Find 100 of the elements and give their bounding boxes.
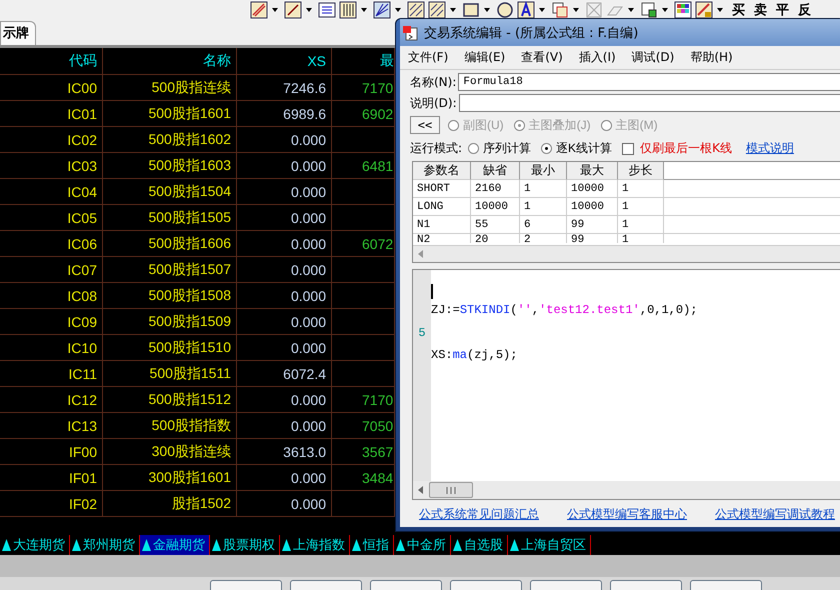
trade-button[interactable]: 买 (729, 0, 748, 18)
table-cell: 2160 (471, 180, 520, 198)
name-label: 名称(N): (410, 74, 456, 90)
triangle-icon (72, 538, 81, 550)
table-cell: 10000 (567, 198, 618, 216)
cross-icon[interactable] (585, 0, 603, 18)
line-icon[interactable] (284, 0, 302, 18)
columns-icon[interactable] (339, 0, 357, 18)
rect-icon[interactable] (462, 0, 480, 18)
menu-item[interactable]: 编辑(E) (464, 49, 506, 66)
table-cell: 300股指1601 (103, 465, 237, 490)
table-cell: 0.000 (237, 257, 332, 282)
menu-item[interactable]: 调试(D) (632, 49, 674, 66)
table-cell: IC02 (0, 127, 103, 152)
radio-option[interactable]: 逐K线计算 (541, 140, 612, 157)
table-cell: IC10 (0, 335, 103, 360)
caret-icon[interactable] (573, 8, 579, 12)
caret-icon[interactable] (450, 8, 456, 12)
help-link[interactable]: 公式模型编写调试教程 (715, 506, 835, 523)
description-field[interactable] (458, 94, 840, 112)
table-cell: 1 (618, 180, 664, 198)
scroll-left-icon[interactable] (417, 486, 425, 494)
menu-item[interactable]: 文件(F) (408, 49, 448, 66)
triangle-icon (2, 538, 11, 550)
menu-item[interactable]: 插入(I) (578, 49, 616, 66)
table-cell: 1 (618, 216, 664, 234)
text-icon[interactable] (517, 0, 535, 18)
table-cell: 0.000 (237, 491, 332, 516)
help-link[interactable]: 公式系统常见问题汇总 (419, 506, 539, 523)
hatch2-icon[interactable] (428, 0, 446, 18)
caret-icon[interactable] (272, 8, 278, 12)
tab[interactable]: 示牌 (0, 21, 36, 45)
table-cell: 0.000 (237, 179, 332, 204)
help-link[interactable]: 公式模型编写客服中心 (567, 506, 687, 523)
table-cell: 0.000 (237, 387, 332, 412)
checkbox-label: 仅刷最后一根K线 (640, 140, 732, 157)
copy-icon[interactable] (551, 0, 569, 18)
table-cell: 500股指1601 (103, 101, 237, 126)
table-cell: 10000 (567, 180, 618, 198)
table-cell: IC03 (0, 153, 103, 178)
caret-icon[interactable] (484, 8, 490, 12)
column-header[interactable]: 名称 (103, 48, 237, 74)
palette-icon[interactable] (674, 0, 692, 18)
table-cell: 1 (520, 198, 567, 216)
table-cell: 7246.6 (237, 75, 332, 100)
table-cell: 99 (567, 216, 618, 234)
radio-dot[interactable] (468, 143, 480, 154)
column-header[interactable]: 最小 (520, 162, 567, 180)
code-editor[interactable]: 5 ZJ:=STKINDI('','test12.test1',0,1,0); XS:ma(zj,5); (412, 269, 840, 500)
name-field[interactable]: Formula18 (458, 73, 840, 91)
column-header[interactable]: 步长 (618, 162, 664, 180)
radio-option[interactable]: 序列计算 (468, 140, 532, 157)
triangle-icon (352, 538, 361, 550)
fan-icon[interactable] (373, 0, 391, 18)
table-cell: 500股指1509 (103, 309, 237, 334)
table-cell: 55 (471, 216, 520, 234)
checkbox[interactable] (622, 142, 634, 154)
column-header[interactable]: 缺省 (471, 162, 520, 180)
list-icon[interactable] (318, 0, 336, 18)
collapse-button[interactable]: << (410, 116, 440, 134)
run-mode-label: 运行模式: (410, 140, 462, 157)
trade-button[interactable]: 反 (795, 0, 814, 18)
trade-button[interactable]: 平 (773, 0, 792, 18)
code-line: XS:ma(zj,5); (431, 348, 518, 362)
market-tab[interactable]: 金融期货 (140, 534, 210, 554)
table-cell: IF02 (0, 491, 103, 516)
scrollbar-thumb[interactable] (429, 482, 473, 498)
circle-icon[interactable] (496, 0, 514, 18)
caret-icon[interactable] (306, 8, 312, 12)
table-cell: 3613.0 (237, 439, 332, 464)
table-cell: 1 (520, 180, 567, 198)
table-cell: IC00 (0, 75, 103, 100)
table-cell: IC06 (0, 231, 103, 256)
table-cell: 0.000 (237, 127, 332, 152)
hatch-icon[interactable] (407, 0, 425, 18)
mode-help-link[interactable]: 模式说明 (746, 140, 794, 157)
column-header[interactable]: 最大 (567, 162, 618, 180)
caret-icon[interactable] (395, 8, 401, 12)
triangle-icon (142, 538, 151, 550)
table-cell: 500股指1606 (103, 231, 237, 256)
table-cell: IC09 (0, 309, 103, 334)
table-cell: 500股指1505 (103, 205, 237, 230)
column-header[interactable]: 参数名 (413, 162, 471, 180)
caret-icon[interactable] (662, 8, 668, 12)
line-number: 5 (417, 324, 427, 340)
table-cell: 500股指1602 (103, 127, 237, 152)
table-cell: IC04 (0, 179, 103, 204)
menu-item[interactable]: 查看(V) (521, 49, 563, 66)
column-header[interactable]: 代码 (0, 48, 103, 74)
table-cell: 500股指1510 (103, 335, 237, 360)
caret-icon[interactable] (717, 8, 723, 12)
triangle-icon (510, 538, 519, 550)
caret-icon[interactable] (539, 8, 545, 12)
menu-item[interactable]: 帮助(H) (690, 49, 733, 66)
trade-button[interactable]: 卖 (751, 0, 770, 18)
table-cell: N1 (413, 216, 471, 234)
column-header[interactable]: XS (237, 48, 332, 74)
caret-icon[interactable] (628, 8, 634, 12)
caret-icon[interactable] (361, 8, 367, 12)
table-cell: IC08 (0, 283, 103, 308)
